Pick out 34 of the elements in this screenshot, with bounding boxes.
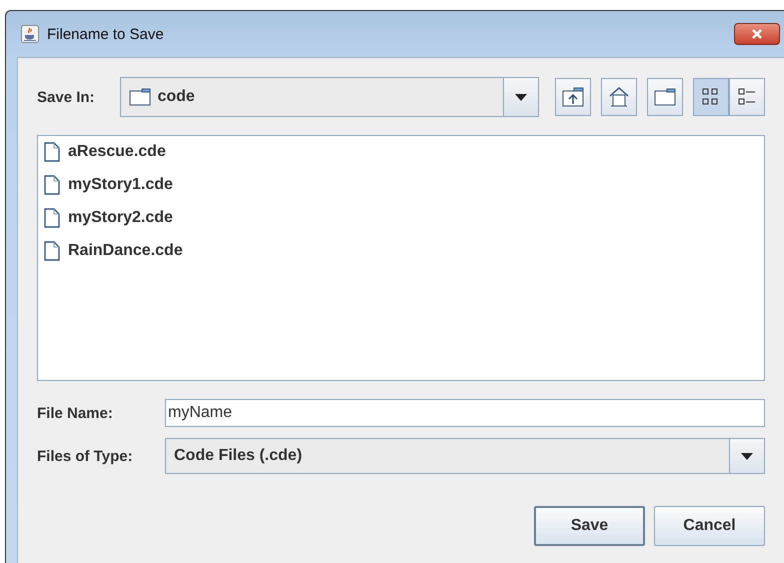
- file-item[interactable]: aRescue.cde: [44, 142, 758, 162]
- save-in-label: Save In:: [37, 88, 96, 106]
- caret-icon: [741, 452, 753, 460]
- file-item[interactable]: myStory2.cde: [44, 208, 758, 228]
- file-item[interactable]: myStory1.cde: [44, 175, 758, 195]
- file-icon: [44, 142, 60, 162]
- close-icon: [750, 28, 764, 40]
- folder-name: code: [157, 88, 196, 106]
- file-icon: [44, 241, 60, 261]
- home-icon: [608, 86, 630, 108]
- file-name-label: File Name:: [37, 404, 114, 422]
- list-button[interactable]: [693, 78, 729, 116]
- file-name-field[interactable]: myName: [165, 399, 765, 427]
- close-button[interactable]: [734, 23, 780, 45]
- file-type-value: Code Files (.cde): [173, 447, 304, 465]
- cancel-button[interactable]: Cancel: [654, 506, 765, 546]
- folder-dropdown[interactable]: code: [120, 77, 539, 117]
- window-title: Filename to Save: [47, 26, 164, 42]
- caret-icon: [515, 94, 527, 100]
- folder-icon: [129, 88, 152, 106]
- cup-icon: [21, 25, 39, 43]
- file-icon: [44, 208, 60, 228]
- file-type-label: Files of Type:: [37, 448, 134, 464]
- save-button[interactable]: Save: [534, 506, 645, 546]
- folder-up-icon: [562, 87, 584, 107]
- details-view-icon: [737, 87, 757, 107]
- file-type-dropdown[interactable]: Code Files (.cde): [165, 438, 765, 474]
- file-icon: [44, 175, 60, 195]
- folder-icon: [654, 88, 676, 106]
- new-folder-button[interactable]: [647, 78, 683, 116]
- file-item[interactable]: RainDance.cde: [44, 241, 758, 261]
- up-button[interactable]: [555, 78, 591, 116]
- home-button[interactable]: [601, 78, 637, 116]
- details-button[interactable]: [729, 78, 765, 116]
